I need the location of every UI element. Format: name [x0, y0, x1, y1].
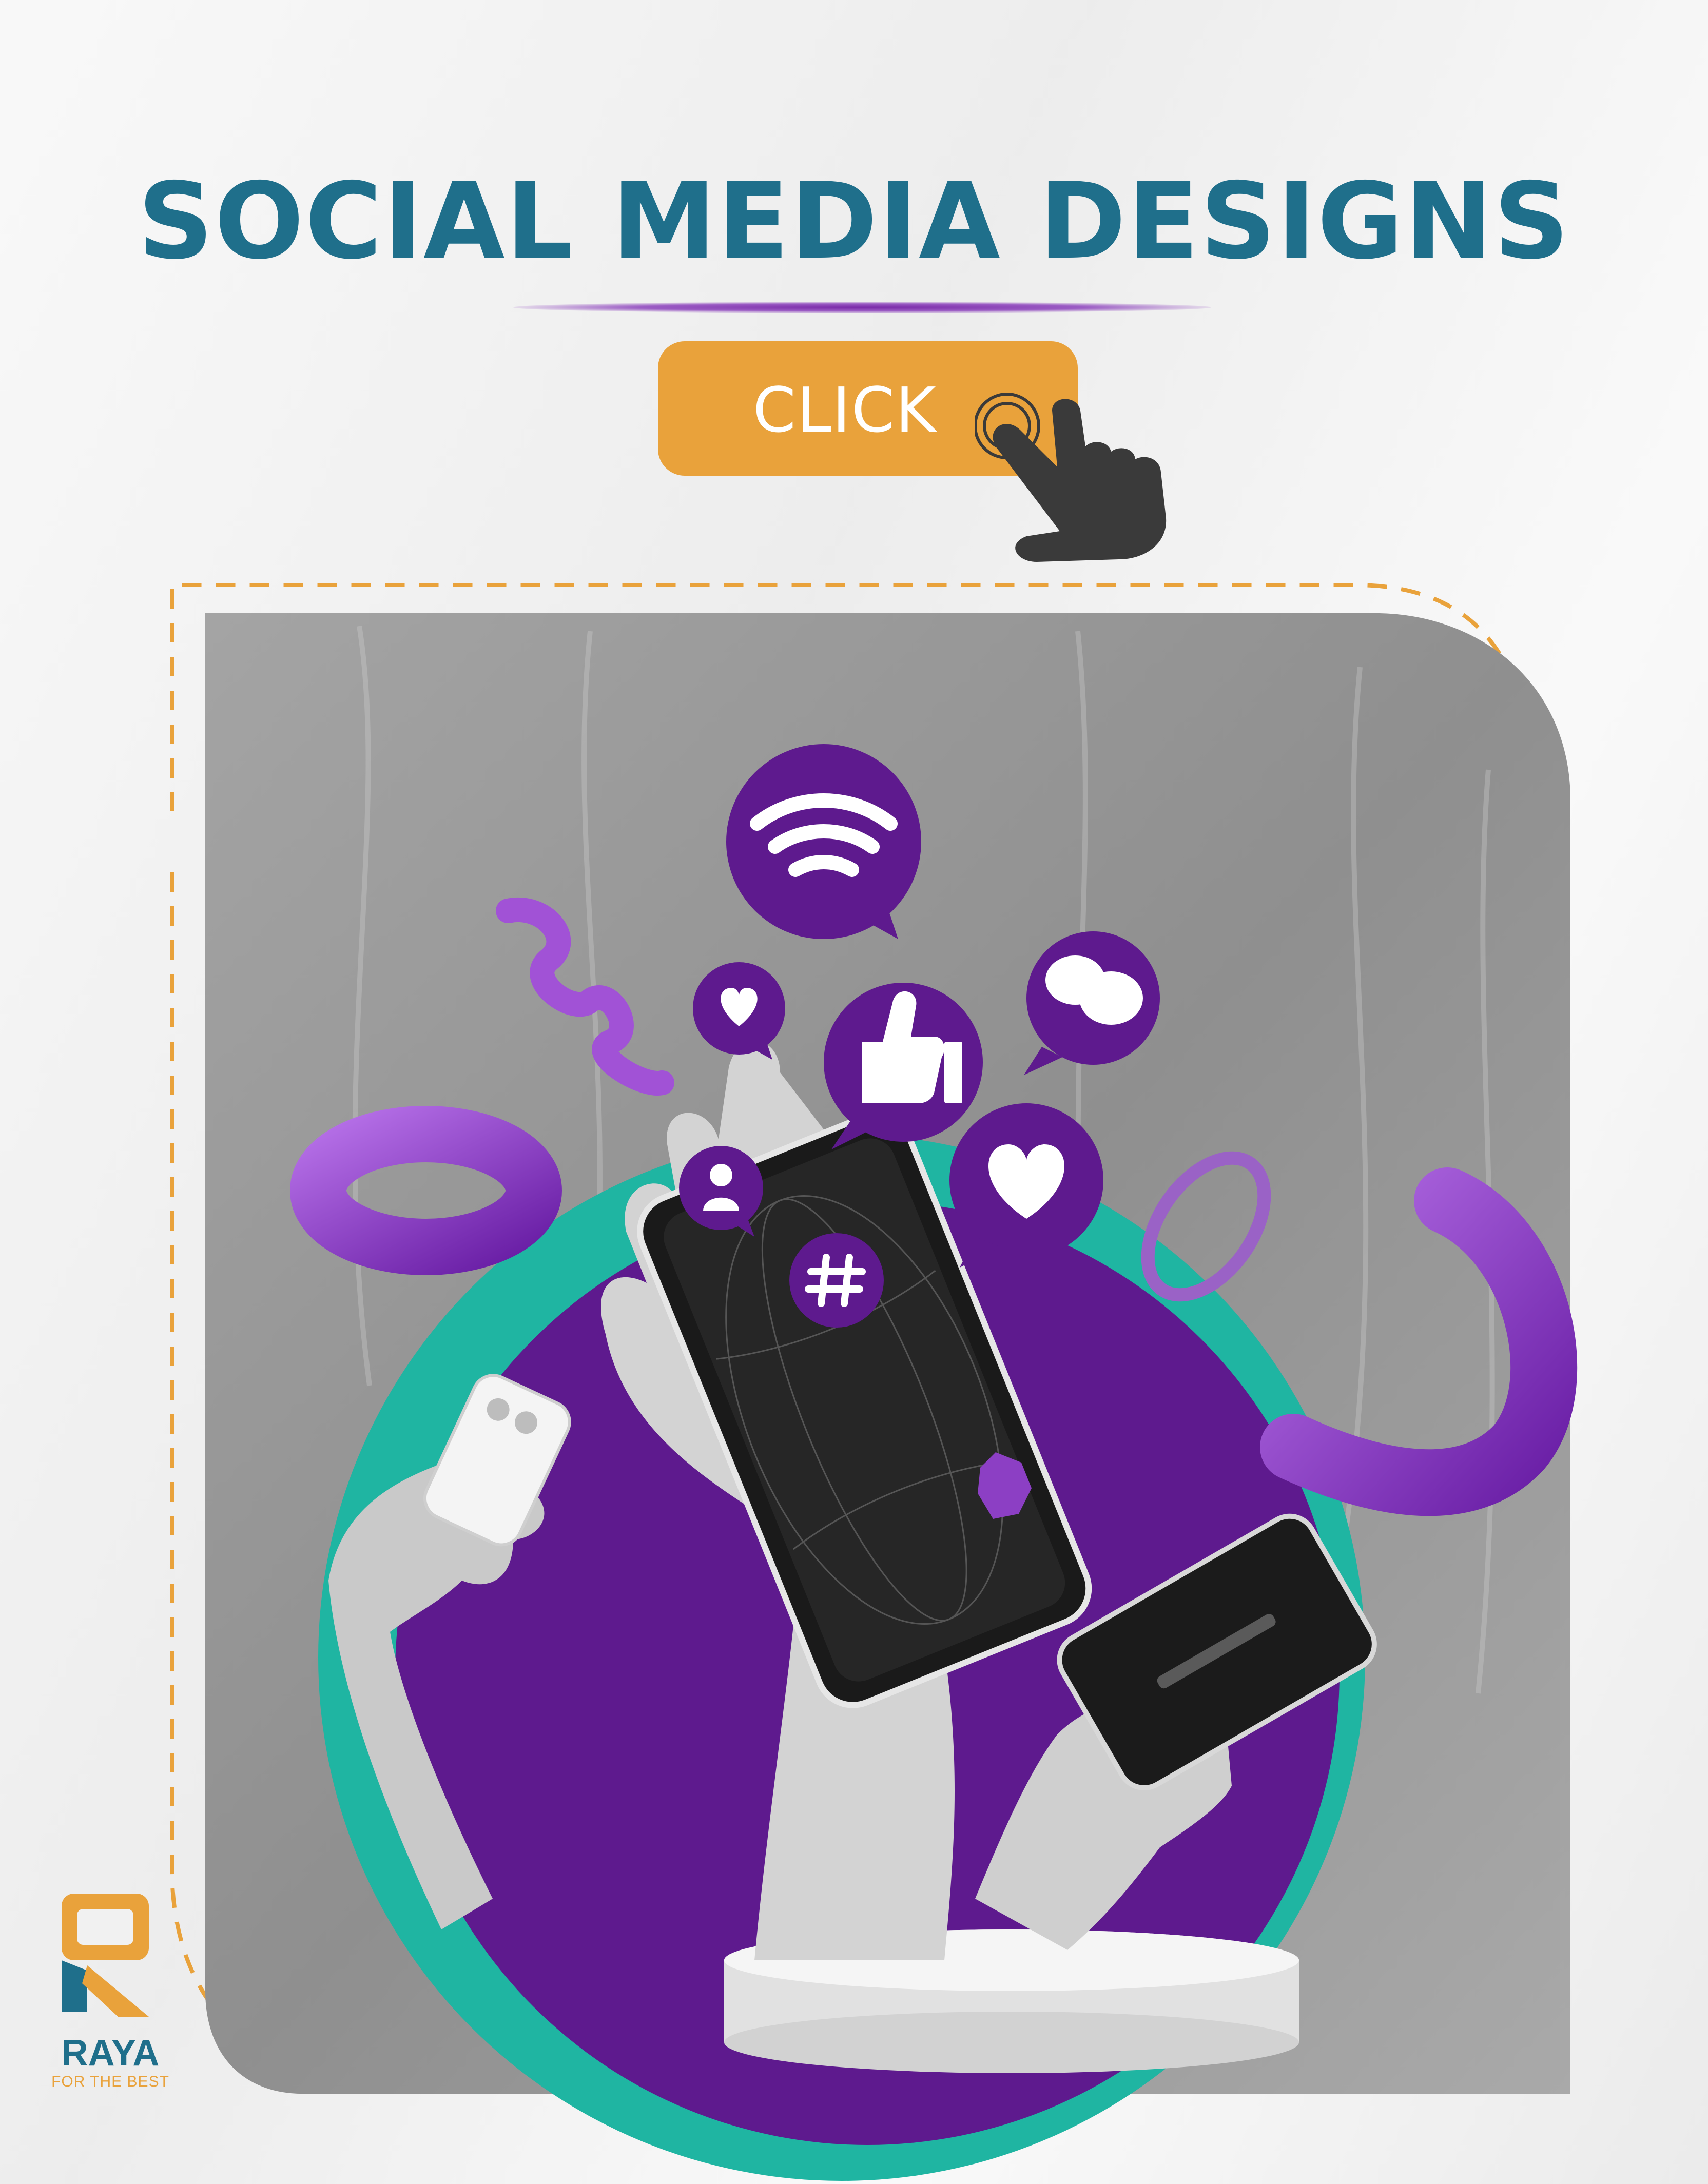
wifi-bubble	[726, 744, 921, 939]
brand-tagline: FOR THE BEST	[51, 2073, 169, 2090]
hashtag-bubble	[789, 1233, 884, 1328]
hero-illustration	[205, 613, 1578, 2181]
raya-logo	[62, 1894, 149, 2017]
brand-name: RAYA	[61, 2033, 160, 2074]
